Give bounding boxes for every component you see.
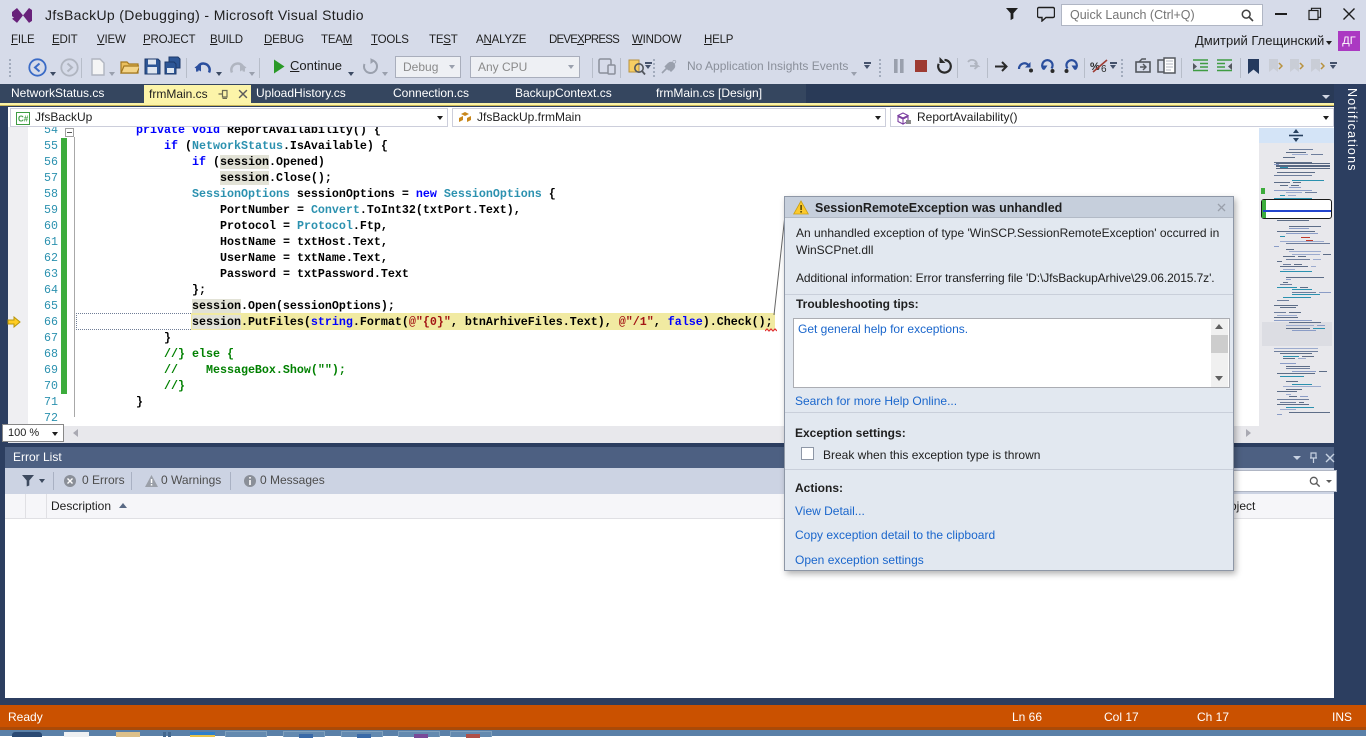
svg-text:6: 6 xyxy=(1101,64,1107,74)
svg-text:C#: C# xyxy=(18,114,29,123)
svg-text:?: ? xyxy=(672,59,677,68)
